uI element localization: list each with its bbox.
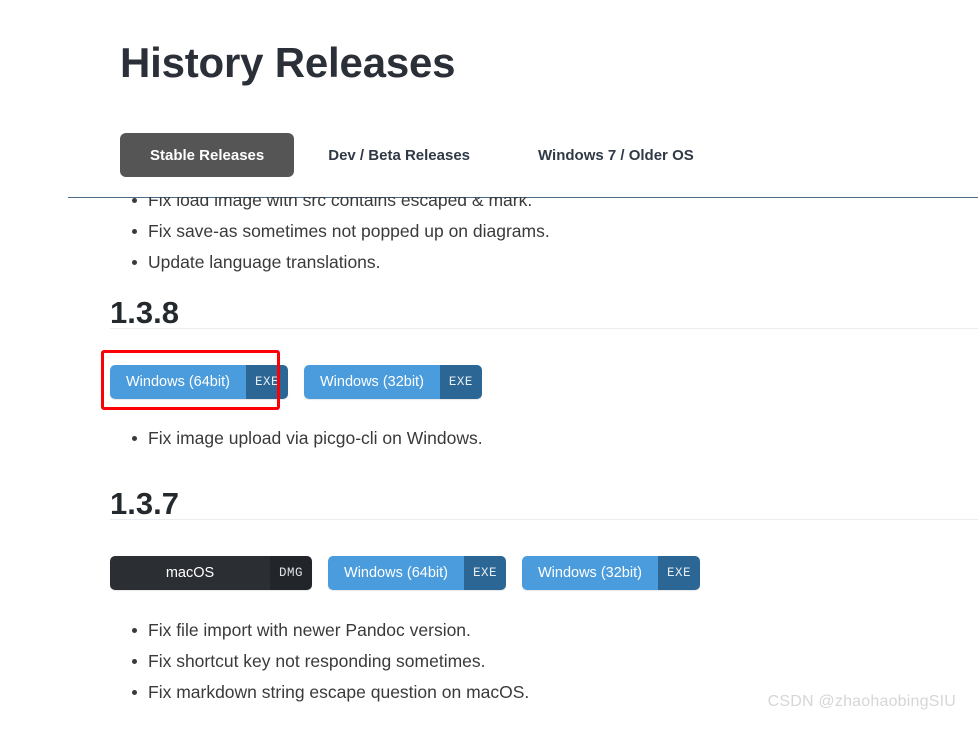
download-buttons-1-3-7: macOS DMG Windows (64bit) EXE Windows (3… <box>110 556 716 590</box>
download-button-windows-64bit-1-3-8[interactable]: Windows (64bit) EXE <box>110 365 288 399</box>
file-type-badge: EXE <box>657 556 700 590</box>
tab-label: Dev / Beta Releases <box>328 146 471 164</box>
file-type-badge: EXE <box>439 365 482 399</box>
release-heading-divider <box>110 328 978 329</box>
list-item: Fix shortcut key not responding sometime… <box>110 646 529 677</box>
download-button-label: Windows (32bit) <box>303 365 440 399</box>
release-channel-tabs: Stable Releases Dev / Beta Releases Wind… <box>120 133 728 177</box>
download-buttons-1-3-8: Windows (64bit) EXE Windows (32bit) EXE <box>110 365 498 399</box>
download-button-windows-64bit-1-3-7[interactable]: Windows (64bit) EXE <box>328 556 506 590</box>
release-notes-1-3-7: Fix file import with newer Pandoc versio… <box>110 615 529 708</box>
download-button-macos-1-3-7[interactable]: macOS DMG <box>110 556 313 590</box>
download-button-windows-32bit-1-3-8[interactable]: Windows (32bit) EXE <box>303 365 482 399</box>
list-item: Fix markdown string escape question on m… <box>110 677 529 708</box>
release-heading-divider <box>110 519 978 520</box>
tab-windows7-older-os[interactable]: Windows 7 / Older OS <box>504 133 728 177</box>
release-notes-scroll-area[interactable]: Fix load image with src contains escaped… <box>0 197 978 729</box>
download-button-windows-32bit-1-3-7[interactable]: Windows (32bit) EXE <box>521 556 700 590</box>
list-item: Fix image upload via picgo-cli on Window… <box>110 423 483 454</box>
list-item: Fix file import with newer Pandoc versio… <box>110 615 529 646</box>
tab-label: Windows 7 / Older OS <box>538 146 694 164</box>
download-button-label: Windows (32bit) <box>521 556 658 590</box>
file-type-badge: EXE <box>463 556 506 590</box>
file-type-badge: DMG <box>270 556 313 590</box>
tab-label: Stable Releases <box>150 146 265 164</box>
page-title: History Releases <box>120 39 456 86</box>
previous-release-notes: Fix load image with src contains escaped… <box>110 197 550 278</box>
tab-stable-releases[interactable]: Stable Releases <box>120 133 295 177</box>
watermark: CSDN @zhaohaobingSIU <box>767 693 956 710</box>
release-notes-1-3-8: Fix image upload via picgo-cli on Window… <box>110 423 483 454</box>
download-button-label: Windows (64bit) <box>328 556 464 590</box>
release-version-heading-1-3-7: 1.3.7 <box>110 486 179 521</box>
download-button-label: Windows (64bit) <box>110 365 246 399</box>
list-item: Fix save-as sometimes not popped up on d… <box>110 216 550 247</box>
release-version-heading-1-3-8: 1.3.8 <box>110 295 179 330</box>
file-type-badge: EXE <box>245 365 288 399</box>
list-item: Fix load image with src contains escaped… <box>110 197 550 216</box>
list-item: Update language translations. <box>110 247 550 278</box>
tab-dev-beta-releases[interactable]: Dev / Beta Releases <box>294 133 504 177</box>
download-button-label: macOS <box>110 556 270 590</box>
